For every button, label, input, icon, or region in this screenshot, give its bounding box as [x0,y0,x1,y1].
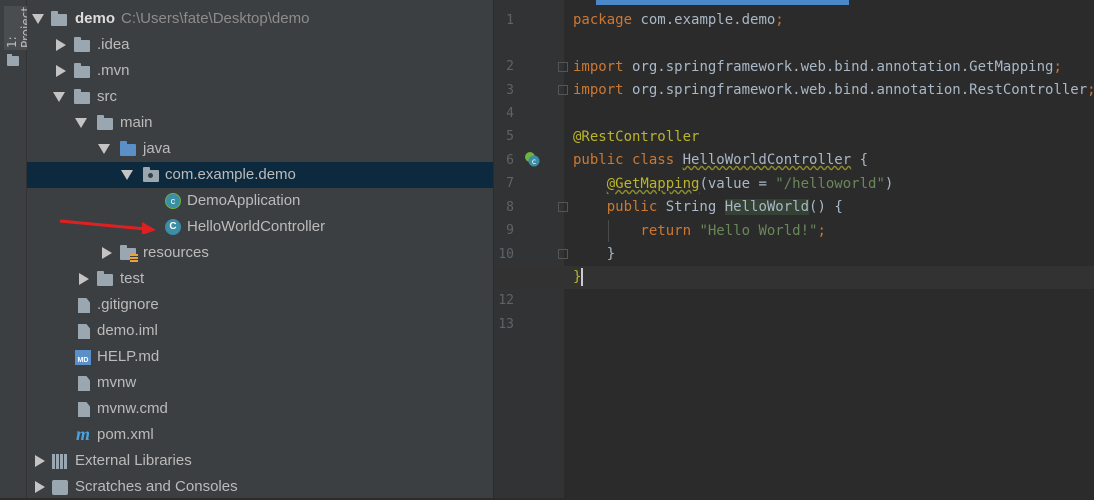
module-folder-icon [51,11,67,26]
chevron-right-icon[interactable] [76,266,90,292]
tree-item-mvnw-cmd[interactable]: mvnw.cmd [27,396,493,422]
tree-item-label: Scratches and Consoles [75,478,238,495]
tree-item-external-libraries[interactable]: External Libraries [27,448,493,474]
project-tool-window-tab[interactable]: 1: Project [0,0,34,498]
code-line[interactable]: 3 import org.springframework.web.bind.an… [494,56,1094,98]
fold-marker-icon[interactable] [558,202,568,212]
file-icon [78,298,90,313]
markdown-icon: MD [75,350,91,365]
code-line[interactable]: 2 [494,32,1094,74]
code-line[interactable]: 10 return "Hello World!"; [494,220,1094,262]
tree-item-label: resources [143,244,209,261]
tree-item-label: test [120,270,145,287]
code-line[interactable]: 8 @GetMapping(value = "/helloworld") [494,173,1094,215]
tree-item-label: src [97,88,117,105]
tree-item-resources[interactable]: resources [27,240,493,266]
tree-item-label: HELP.md [97,348,160,365]
tree-item-scratches[interactable]: Scratches and Consoles [27,474,493,500]
chevron-down-icon[interactable] [52,84,66,110]
folder-icon [97,271,113,286]
code-editor[interactable]: 1 package com.example.demo; 2 3 import o… [494,0,1094,498]
tree-item-label: main [120,114,153,131]
code-line-current[interactable]: 12 } [494,266,1094,308]
project-tree[interactable]: demo C:\Users\fate\Desktop\demo .idea .mv… [27,0,494,498]
tree-item-label: HelloWorldController [187,218,326,235]
tree-item-label: mvnw.cmd [97,400,168,417]
folder-icon [74,37,90,52]
tree-item-main[interactable]: main [27,110,493,136]
tree-item-label: External Libraries [75,452,192,469]
tree-item-label: mvnw [97,374,137,391]
chevron-right-icon[interactable] [32,448,46,474]
code-line[interactable]: 5 [494,102,1094,144]
maven-icon: m [76,424,91,444]
folder-icon [74,63,90,78]
code-line[interactable]: 9 public String HelloWorld() { [494,196,1094,238]
fold-marker-icon[interactable] [558,249,568,259]
tree-root[interactable]: demo C:\Users\fate\Desktop\demo [27,6,493,32]
chevron-down-icon[interactable] [31,6,45,32]
fold-marker-icon[interactable] [558,62,568,72]
tree-item-pom-xml[interactable]: m pom.xml [27,422,493,448]
text-caret [581,268,584,286]
active-tab-indicator [596,0,849,5]
code-line[interactable]: 1 package com.example.demo; [494,9,1094,32]
tree-item-label: java [143,140,171,157]
code-line[interactable]: 6 @RestController [494,126,1094,168]
chevron-right-icon[interactable] [53,32,67,58]
tree-item-idea[interactable]: .idea [27,32,493,58]
library-icon [52,454,68,469]
tree-item-gitignore[interactable]: .gitignore [27,292,493,318]
class-icon: C [165,219,181,235]
tree-item-demo-iml[interactable]: demo.iml [27,318,493,344]
file-icon [78,376,90,391]
tree-item-label: .gitignore [97,296,159,313]
spring-boot-class-icon: c [165,193,181,209]
tree-item-demoapplication[interactable]: c DemoApplication [27,188,493,214]
tree-item-label: .idea [97,36,130,53]
fold-marker-icon[interactable] [558,85,568,95]
line-number: 13 [498,317,514,332]
scratches-icon [52,480,68,495]
folder-icon [7,54,19,66]
tree-item-test[interactable]: test [27,266,493,292]
tree-item-mvnw[interactable]: mvnw [27,370,493,396]
tree-item-label: com.example.demo [165,166,296,183]
tree-item-label: pom.xml [97,426,154,443]
folder-icon [97,115,113,130]
chevron-down-icon[interactable] [74,110,88,136]
root-path: C:\Users\fate\Desktop\demo [121,10,310,27]
code-line[interactable]: 11 } [494,243,1094,285]
spring-bean-gutter-icon[interactable]: c [524,151,540,167]
code-line[interactable]: 7 c public class HelloWorldController { [494,149,1094,191]
tree-item-package[interactable]: com.example.demo [27,162,493,188]
chevron-down-icon[interactable] [97,136,111,162]
resources-folder-icon [120,245,138,262]
red-arrow-annotation [59,219,156,234]
chevron-right-icon[interactable] [53,58,67,84]
tree-item-label: DemoApplication [187,192,301,209]
svg-text:c: c [532,157,536,166]
package-icon [143,167,159,182]
line-number: 1 [506,13,514,28]
folder-icon [74,89,90,104]
tree-item-src[interactable]: src [27,84,493,110]
tree-item-mvn[interactable]: .mvn [27,58,493,84]
code-line[interactable]: 4 import org.springframework.web.bind.an… [494,79,1094,121]
tree-item-label: demo.iml [97,322,158,339]
chevron-right-icon[interactable] [32,474,46,500]
source-folder-icon [120,141,136,156]
chevron-right-icon[interactable] [99,240,113,266]
file-icon [78,402,90,417]
tree-item-label: .mvn [97,62,130,79]
chevron-down-icon[interactable] [120,162,134,188]
root-name: demo [75,10,116,27]
tree-item-java[interactable]: java [27,136,493,162]
code-line[interactable]: 13 [494,290,1094,332]
module-file-icon [78,324,90,339]
tree-item-help-md[interactable]: MD HELP.md [27,344,493,370]
